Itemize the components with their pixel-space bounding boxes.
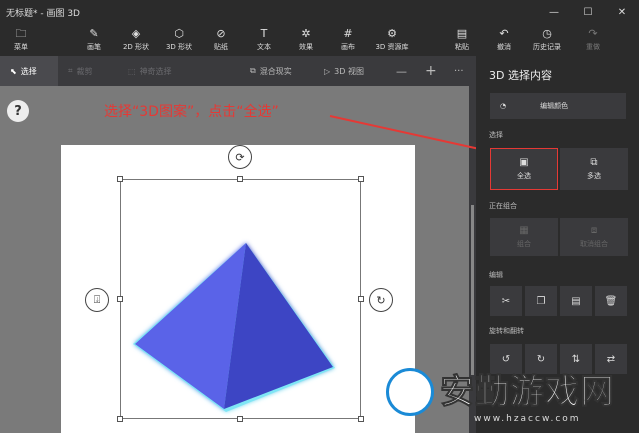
multi-select-button[interactable]: ⧉ 多选: [560, 148, 628, 190]
watermark-logo-icon: [386, 368, 434, 416]
ungroup-icon: ⧈: [590, 225, 598, 236]
edit-color-button[interactable]: ◔ 编辑颜色: [490, 93, 626, 119]
scissors-icon: ✂: [501, 295, 511, 307]
edit-section-label: 编辑: [489, 271, 503, 279]
watermark: 安勤游戏网 www.hzaccw.com: [378, 358, 639, 433]
watermark-brand: 安勤游戏网: [440, 372, 615, 413]
paste-panel-button[interactable]: ▤: [560, 286, 592, 316]
paste-icon: ▤: [571, 295, 581, 307]
copy-icon: ❐: [536, 295, 546, 307]
multi-select-icon: ⧉: [590, 157, 598, 168]
arrow-line: [329, 115, 485, 151]
select-all-button[interactable]: ▣ 全选: [490, 148, 558, 190]
panel-title: 3D 选择内容: [489, 69, 552, 82]
palette-icon: ◔: [500, 102, 507, 110]
group-icon: ▦: [519, 225, 529, 236]
copy-button[interactable]: ❐: [525, 286, 557, 316]
select-section-label: 选择: [489, 131, 503, 139]
cut-button[interactable]: ✂: [490, 286, 522, 316]
ungroup-button[interactable]: ⧈ 取消组合: [560, 218, 628, 256]
paint3d-window: 无标题* - 画图 3D — ☐ ✕ 🗀 菜单 ✎ 画笔 ◈ 2D 形状 ⬡ 3…: [0, 0, 639, 433]
select-all-icon: ▣: [519, 157, 529, 168]
grouping-section-label: 正在组合: [489, 202, 517, 210]
rotate-section-label: 旋转和翻转: [489, 327, 524, 335]
group-button[interactable]: ▦ 组合: [490, 218, 558, 256]
trash-icon: 🗑: [604, 295, 618, 307]
delete-button[interactable]: 🗑: [595, 286, 627, 316]
watermark-url: www.hzaccw.com: [474, 414, 581, 424]
